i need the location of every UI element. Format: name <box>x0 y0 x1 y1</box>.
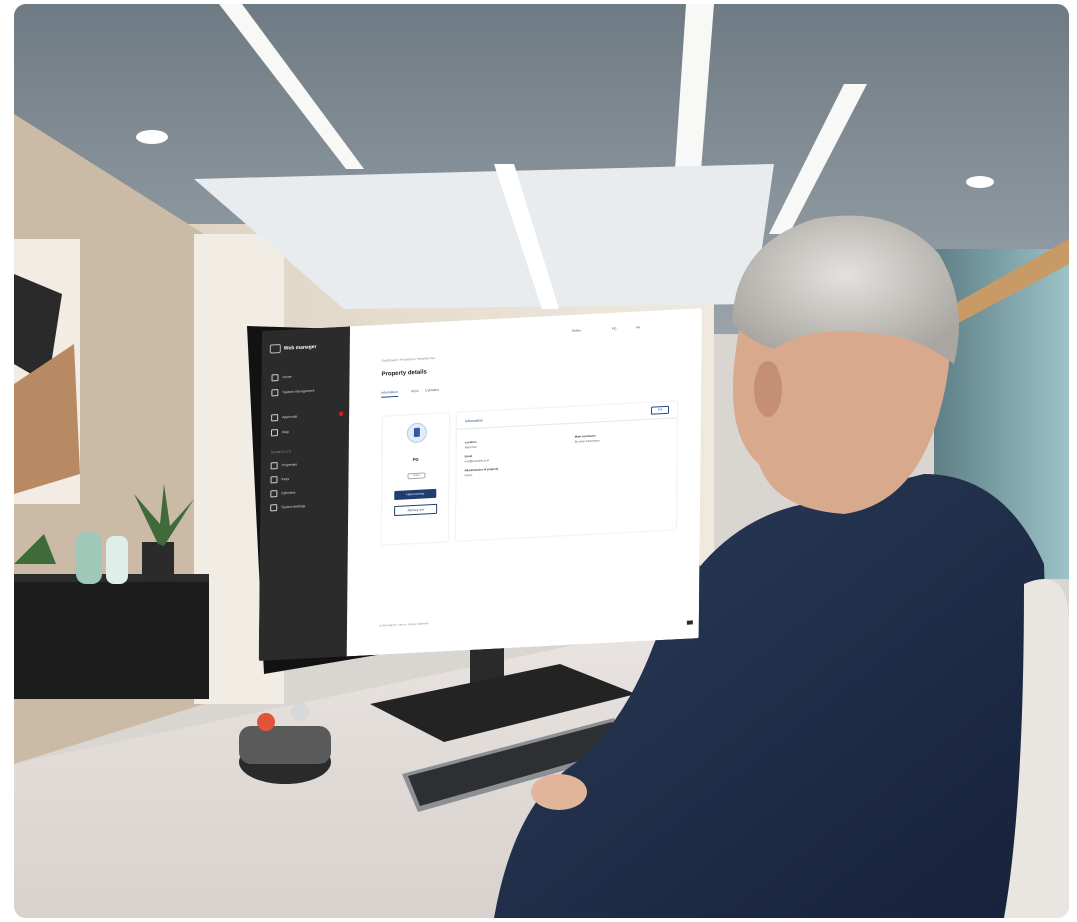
help-icon <box>270 429 279 437</box>
field-value: By other information <box>574 438 600 444</box>
shortcut-label: System settings <box>281 504 306 510</box>
key-icon <box>270 476 278 484</box>
tab-keys[interactable]: Keys <box>411 389 418 393</box>
sidebar-item-label: Help <box>281 429 289 435</box>
sidebar-item-label: Approvals <box>282 414 298 420</box>
add-key-slot-button[interactable]: Add key slot <box>394 503 438 517</box>
sidebar-item-home[interactable]: Home <box>271 373 292 382</box>
property-name: PG <box>412 456 419 463</box>
page-title: Property details <box>381 369 427 378</box>
clipboard-icon <box>271 414 279 422</box>
status-indicator[interactable]: Online <box>572 328 581 332</box>
user-avatar-a[interactable]: PG <box>612 327 617 331</box>
field-label: Email <box>464 454 473 459</box>
shortcut-keys[interactable]: Keys <box>270 476 289 484</box>
app-logo-icon <box>269 344 281 354</box>
footer: © 2024 ABLOY | Terms | Privacy statement <box>378 622 429 628</box>
shortcut-label: Keys <box>281 476 290 482</box>
property-icon <box>406 422 427 444</box>
app-header: Web manager <box>269 342 317 354</box>
main-content: Online PG AA Dashboard / Properties / Wi… <box>346 308 702 657</box>
photo-frame: Web manager Home System management Appro… <box>14 4 1069 918</box>
user-avatar-b[interactable]: AA <box>636 325 640 329</box>
field-value: mail@example.com <box>464 458 490 464</box>
breadcrumb[interactable]: Dashboard / Properties / Winslow Ave <box>382 356 435 363</box>
sidebar-item-help[interactable]: Help <box>270 429 289 437</box>
shortcut-properties[interactable]: Properties <box>270 461 298 470</box>
property-card: PG Active Hand out key Add key slot <box>381 413 450 545</box>
tab-cylinders[interactable]: Cylinders <box>425 388 439 393</box>
home-icon <box>271 374 279 382</box>
building-icon <box>270 462 278 470</box>
system-icon <box>271 389 279 397</box>
sidebar: Web manager Home System management Appro… <box>258 326 350 661</box>
lock-icon <box>270 490 278 498</box>
sidebar-item-label: Home <box>282 374 292 380</box>
field-label: Location <box>464 439 477 445</box>
app-name: Web manager <box>283 343 317 352</box>
approvals-badge <box>339 411 344 416</box>
field-value: Main floor <box>464 444 478 450</box>
information-header: Information Edit <box>456 401 678 430</box>
shortcut-system-settings[interactable]: System settings <box>270 503 305 512</box>
information-title: Information <box>464 418 483 424</box>
shortcut-label: Properties <box>281 462 298 468</box>
field-label: Administrator of property <box>464 466 499 473</box>
tab-information[interactable]: Information <box>381 389 398 398</box>
hand-out-key-button[interactable]: Hand out key <box>394 488 437 501</box>
field-value: Admin <box>464 472 473 478</box>
shortcuts-section-label: SHORTCUTS <box>270 449 292 455</box>
status-badge: Active <box>407 472 426 480</box>
edit-button[interactable]: Edit <box>650 405 670 415</box>
monitor-screen-ui: Web manager Home System management Appro… <box>258 308 702 661</box>
brand-mark-icon <box>686 620 693 625</box>
shortcut-label: Cylinders <box>281 490 296 496</box>
sidebar-item-system-management[interactable]: System management <box>271 387 315 397</box>
information-card: Information Edit Location Main floor Ema… <box>455 401 678 541</box>
sidebar-item-approvals[interactable]: Approvals <box>271 413 298 422</box>
gear-icon <box>270 504 278 512</box>
sidebar-item-label: System management <box>282 388 315 395</box>
shortcut-cylinders[interactable]: Cylinders <box>270 489 296 498</box>
